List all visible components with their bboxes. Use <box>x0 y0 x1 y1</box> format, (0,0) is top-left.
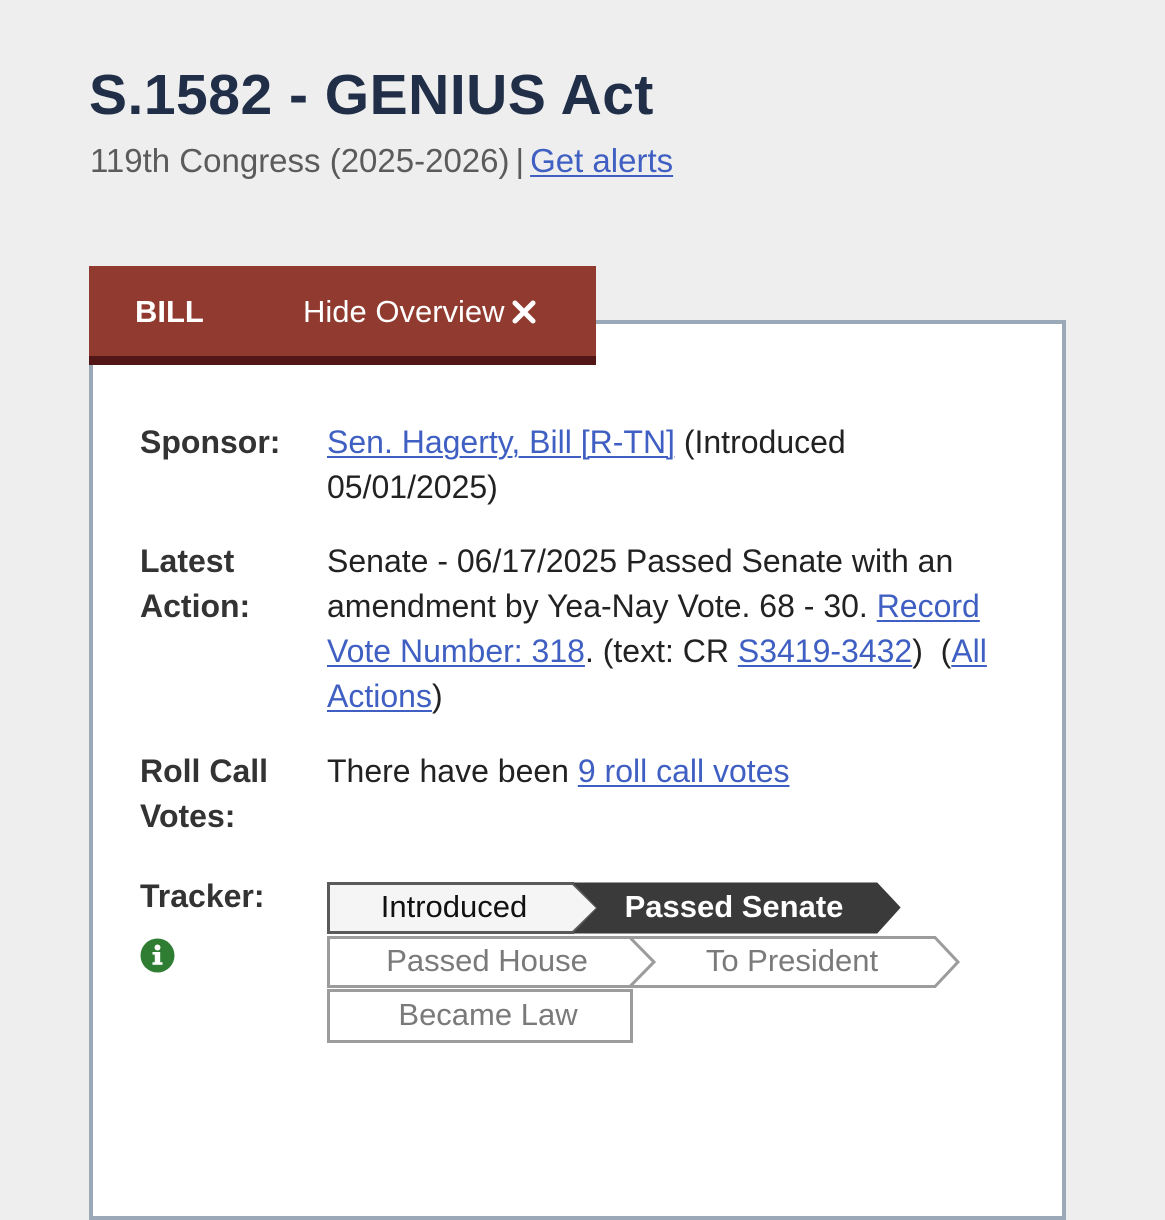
roll-call-value: There have been 9 roll call votes <box>327 749 997 794</box>
roll-call-label: Roll Call Votes: <box>140 749 315 839</box>
tracker-step-introduced: Introduced <box>380 889 528 924</box>
latest-action-mid: ) ( <box>912 633 952 669</box>
tracker-step-to-president: To President <box>705 943 879 978</box>
sponsor-label: Sponsor: <box>140 424 281 460</box>
congressional-record-link[interactable]: S3419-3432 <box>738 633 912 669</box>
get-alerts-link[interactable]: Get alerts <box>530 142 673 179</box>
page-title: S.1582 - GENIUS Act <box>89 63 654 127</box>
roll-call-label-2: Votes: <box>140 798 236 834</box>
roll-call-votes-link[interactable]: 9 roll call votes <box>578 753 790 789</box>
separator: | <box>515 142 525 179</box>
roll-call-label-1: Roll Call <box>140 753 269 789</box>
latest-action-row: Latest Action: Senate - 06/17/2025 Passed… <box>140 539 1000 719</box>
tracker-label: Tracker: <box>140 878 265 914</box>
roll-call-prefix: There have been <box>327 753 578 789</box>
sponsor-link[interactable]: Sen. Hagerty, Bill [R-TN] <box>327 424 675 460</box>
tracker-step-passed-senate: Passed Senate <box>624 889 844 924</box>
latest-action-label-2: Action: <box>140 588 251 624</box>
tracker-step-became-law: Became Law <box>398 997 578 1032</box>
overview-tab: BILL Hide Overview <box>89 266 596 365</box>
roll-call-row: Roll Call Votes: There have been 9 roll c… <box>140 749 1000 841</box>
close-icon <box>511 297 537 333</box>
legislation-type: BILL <box>135 294 204 329</box>
bill-tracker: Introduced Passed Senate Passed House To… <box>327 882 967 1052</box>
hide-overview-label: Hide Overview <box>303 294 505 329</box>
hide-overview-button[interactable]: Hide Overview <box>303 294 537 333</box>
sponsor-value: Sen. Hagerty, Bill [R-TN] (Introduced 05/… <box>327 420 997 510</box>
sponsor-row: Sponsor: Sen. Hagerty, Bill [R-TN] (Intr… <box>140 420 1000 512</box>
info-icon[interactable] <box>140 938 175 973</box>
introduced-date: 05/01/2025) <box>327 469 498 505</box>
introduced-prefix: (Introduced <box>674 424 846 460</box>
latest-action-label: Latest Action: <box>140 539 315 629</box>
tracker-step-passed-house: Passed House <box>386 943 588 978</box>
latest-action-text: Senate - 06/17/2025 Passed Senate with a… <box>327 543 954 624</box>
congress-line: 119th Congress (2025-2026) | Get alerts <box>90 142 673 180</box>
latest-action-end: ) <box>431 678 443 714</box>
latest-action-label-1: Latest <box>140 543 235 579</box>
text-cr-prefix: . (text: CR <box>584 633 738 669</box>
congress-session: 119th Congress (2025-2026) <box>90 142 510 179</box>
latest-action-value: Senate - 06/17/2025 Passed Senate with a… <box>327 539 997 719</box>
